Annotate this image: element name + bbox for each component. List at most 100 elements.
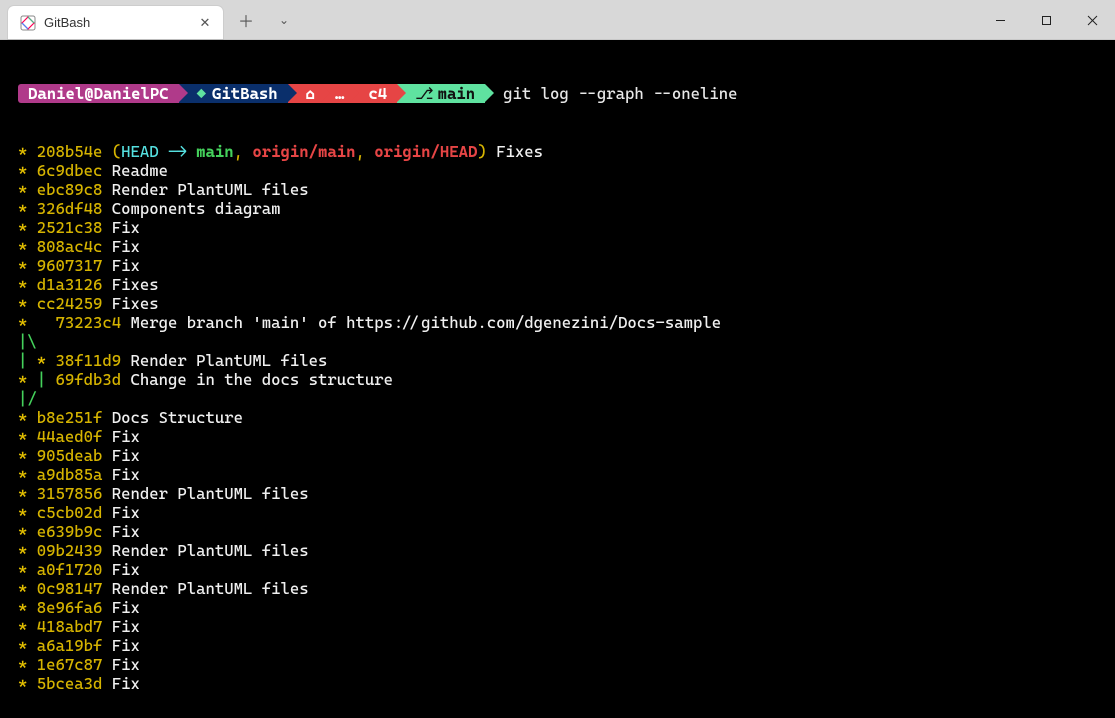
log-line: | * 38f11d9 Render PlantUML files [18,351,1115,370]
commit-hash: e639b9c [37,522,103,541]
commit-message: Render PlantUML files [112,180,309,199]
close-window-button[interactable] [1069,0,1115,40]
log-line: * 905deab Fix [18,446,1115,465]
commit-message: Merge branch 'main' of https://github.co… [131,313,722,332]
log-line: * 09b2439 Render PlantUML files [18,541,1115,560]
tab-dropdown-button[interactable]: ⌄ [267,3,301,37]
commit-message: Fix [112,427,140,446]
log-line: * 326df48 Components diagram [18,199,1115,218]
commit-hash: 9607317 [37,256,103,275]
log-line: * 73223c4 Merge branch 'main' of https:/… [18,313,1115,332]
tab-close-button[interactable]: ✕ [197,15,213,31]
prompt-branch: ⎇ main [397,84,485,103]
commit-message: Fix [112,674,140,693]
commit-hash: 3157856 [37,484,103,503]
log-line: * 418abd7 Fix [18,617,1115,636]
commit-message: Fixes [112,294,159,313]
log-line: * | 69fdb3d Change in the docs structure [18,370,1115,389]
log-line: * 1e67c87 Fix [18,655,1115,674]
commit-hash: 326df48 [37,199,103,218]
commit-message: Components diagram [112,199,281,218]
window-controls [977,0,1115,39]
commit-hash: 8e96fa6 [37,598,103,617]
prompt: Daniel@DanielPC ◆GitBash ⌂ … c4 ⎇main gi… [18,84,1115,103]
commit-message: Render PlantUML files [131,351,328,370]
commit-hash: 0c98147 [37,579,103,598]
log-line: * c5cb02d Fix [18,503,1115,522]
commit-message: Fix [112,446,140,465]
tab-title: GitBash [44,15,189,30]
commit-hash: 2521c38 [37,218,103,237]
terminal[interactable]: Daniel@DanielPC ◆GitBash ⌂ … c4 ⎇main gi… [0,40,1115,718]
prompt-branch-name: main [438,84,476,103]
commit-hash: ebc89c8 [37,180,103,199]
commit-hash: a6a19bf [37,636,103,655]
commit-message: Fix [112,598,140,617]
prompt-app-label: GitBash [212,84,278,103]
git-log-output: * 208b54e (HEAD -> main, origin/main, or… [18,142,1115,693]
new-tab-button[interactable]: ＋ [229,3,263,37]
log-line: * 9607317 Fix [18,256,1115,275]
commit-hash: a9db85a [37,465,103,484]
minimize-button[interactable] [977,0,1023,40]
commit-hash: 6c9dbec [37,161,103,180]
commit-hash: 5bcea3d [37,674,103,693]
log-line: * a0f1720 Fix [18,560,1115,579]
commit-message: Render PlantUML files [112,579,309,598]
commit-hash: 09b2439 [37,541,103,560]
log-line: * b8e251f Docs Structure [18,408,1115,427]
commit-message: Fix [112,465,140,484]
commit-hash: c5cb02d [37,503,103,522]
commit-message: Fix [112,237,140,256]
tab-gitbash[interactable]: GitBash ✕ [8,6,223,39]
command-input: git log --graph --oneline [503,84,737,103]
titlebar: GitBash ✕ ＋ ⌄ [0,0,1115,40]
log-line: * a9db85a Fix [18,465,1115,484]
log-line: * 5bcea3d Fix [18,674,1115,693]
branch-icon: ⎇ [415,84,433,103]
log-line: * 44aed0f Fix [18,427,1115,446]
commit-message: Fix [112,617,140,636]
log-line: * ebc89c8 Render PlantUML files [18,180,1115,199]
commit-message: Fix [112,560,140,579]
diamond-icon: ◆ [197,84,206,103]
commit-hash: 808ac4c [37,237,103,256]
commit-message: Fix [112,503,140,522]
commit-message: Change in the docs structure [131,370,394,389]
log-line: * a6a19bf Fix [18,636,1115,655]
log-line: * 808ac4c Fix [18,237,1115,256]
commit-hash: 418abd7 [37,617,103,636]
commit-hash: a0f1720 [37,560,103,579]
commit-hash: 44aed0f [37,427,103,446]
commit-message: Fix [112,636,140,655]
log-line: * 8e96fa6 Fix [18,598,1115,617]
log-line: * cc24259 Fixes [18,294,1115,313]
maximize-button[interactable] [1023,0,1069,40]
commit-message: Fixes [496,142,543,161]
commit-message: Fix [112,218,140,237]
log-line: * d1a3126 Fixes [18,275,1115,294]
tab-actions: ＋ ⌄ [223,0,301,39]
log-line: |/ [18,389,1115,408]
prompt-user-host: Daniel@DanielPC [18,84,179,103]
commit-message: Fix [112,522,140,541]
commit-hash: d1a3126 [37,275,103,294]
commit-message: Fixes [112,275,159,294]
log-line: |\ [18,332,1115,351]
commit-hash: 208b54e [37,142,103,161]
log-line: * 0c98147 Render PlantUML files [18,579,1115,598]
commit-hash: cc24259 [37,294,103,313]
commit-message: Fix [112,256,140,275]
commit-hash: 73223c4 [56,313,122,332]
log-line: * 3157856 Render PlantUML files [18,484,1115,503]
commit-hash: 38f11d9 [56,351,122,370]
commit-message: Fix [112,655,140,674]
commit-message: Readme [112,161,168,180]
commit-hash: b8e251f [37,408,103,427]
commit-message: Docs Structure [112,408,243,427]
commit-message: Render PlantUML files [112,484,309,503]
log-line: * 208b54e (HEAD -> main, origin/main, or… [18,142,1115,161]
commit-hash: 905deab [37,446,103,465]
log-line: * 2521c38 Fix [18,218,1115,237]
gitbash-icon [20,15,36,31]
